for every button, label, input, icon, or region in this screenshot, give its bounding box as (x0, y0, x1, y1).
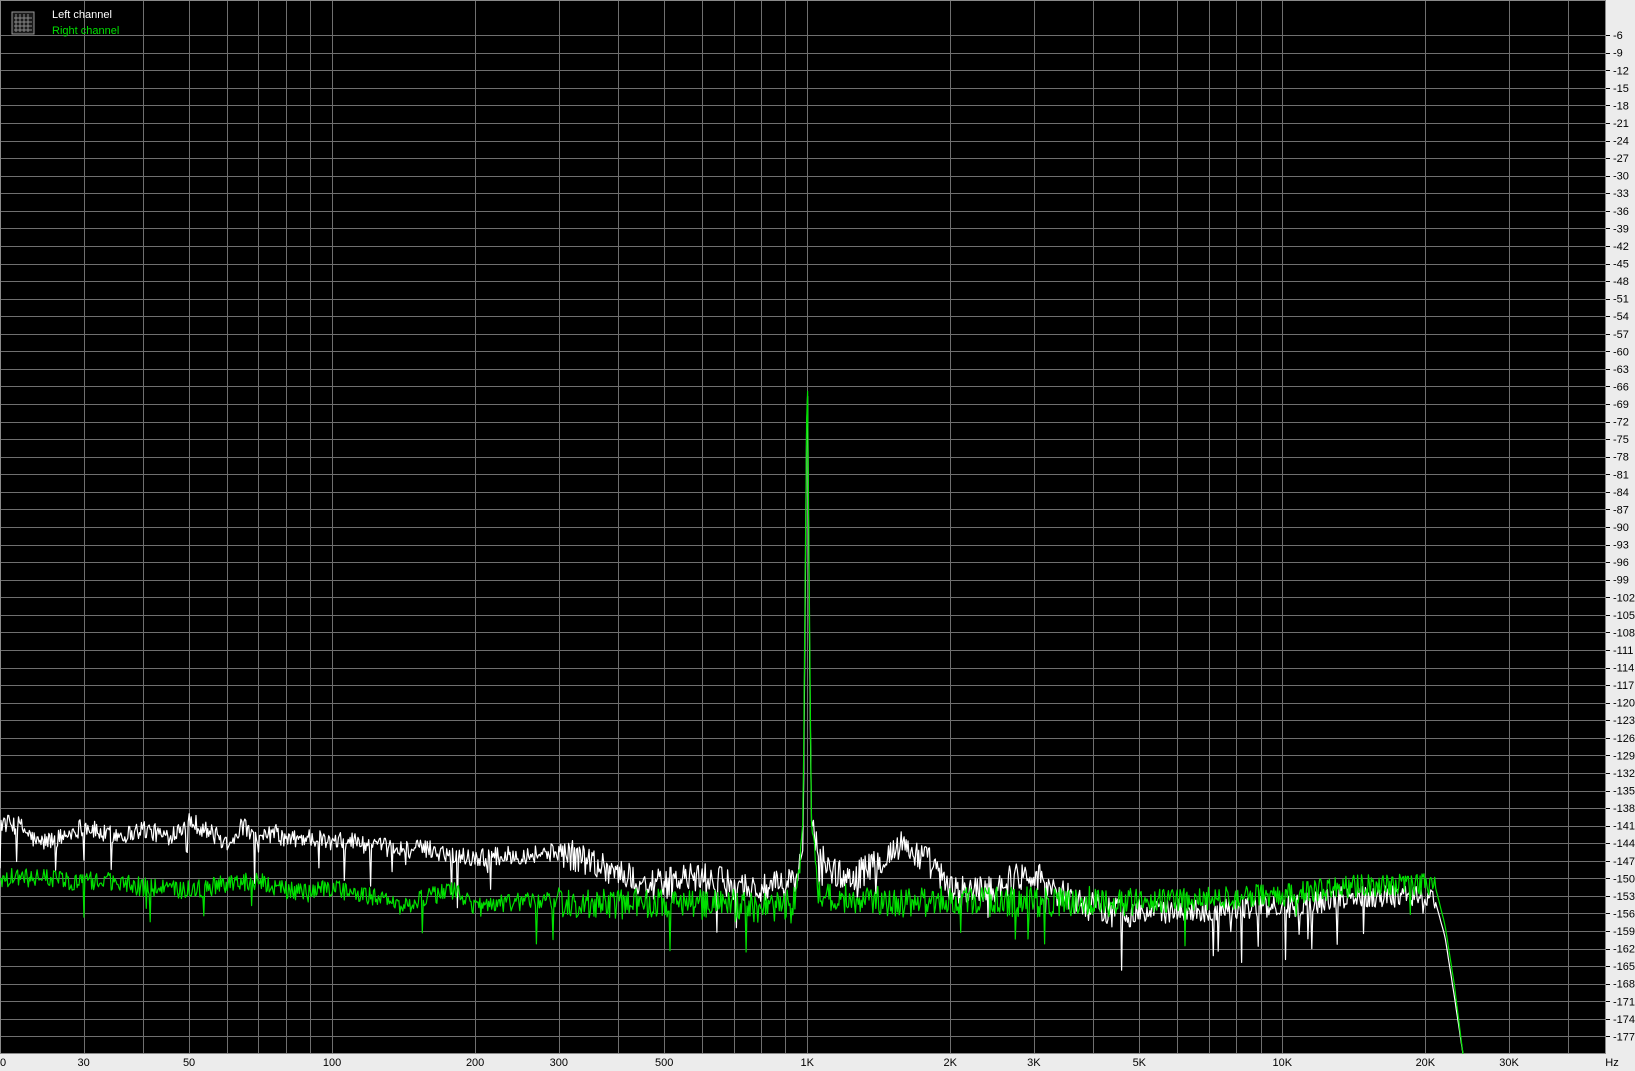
y-tick-label: -84 (1613, 487, 1629, 499)
y-tick-label: -57 (1613, 329, 1629, 341)
y-tick-label: -135 (1613, 786, 1635, 798)
x-tick-label: 50 (183, 1057, 195, 1069)
y-tick-label: -60 (1613, 346, 1629, 358)
y-axis: -6 -9 -12 -15 -18 -21 -24 -27 -30 -33 -36 -39 -42 -45… (1606, 30, 1635, 1043)
y-tick-label: -24 (1613, 136, 1629, 148)
y-tick-label: -21 (1613, 118, 1629, 130)
y-tick-label: -144 (1613, 838, 1635, 850)
x-tick-label: 5K (1133, 1057, 1147, 1069)
spectrum-chart: -6 -9 -12 -15 -18 -21 -24 -27 -30 -33 -36 -39 -42 -45… (0, 0, 1635, 1069)
y-tick-label: -132 (1613, 768, 1635, 780)
y-tick-label: -78 (1613, 452, 1629, 464)
y-tick-label: -30 (1613, 171, 1629, 183)
y-tick-label: -90 (1613, 522, 1629, 534)
y-tick-label: -69 (1613, 399, 1629, 411)
y-tick-label: -18 (1613, 100, 1629, 112)
x-tick-label: 10K (1273, 1057, 1293, 1069)
x-tick-label: 3K (1027, 1057, 1041, 1069)
y-tick-label: -66 (1613, 381, 1629, 393)
y-tick-label: -36 (1613, 206, 1629, 218)
legend-icon[interactable] (11, 11, 35, 35)
x-tick-label: 1K (800, 1057, 814, 1069)
y-tick-label: -93 (1613, 540, 1629, 552)
y-tick-label: -174 (1613, 1014, 1635, 1026)
y-tick-label: -12 (1613, 65, 1629, 77)
y-tick-label: -126 (1613, 733, 1635, 745)
y-tick-label: -39 (1613, 223, 1629, 235)
x-tick-label: 30 (78, 1057, 90, 1069)
y-tick-label: -63 (1613, 364, 1629, 376)
y-tick-label: -102 (1613, 592, 1635, 604)
x-tick-label: 2K (944, 1057, 958, 1069)
y-tick-label: -108 (1613, 627, 1635, 639)
x-tick-label: 30K (1499, 1057, 1519, 1069)
x-tick-label: 500 (655, 1057, 673, 1069)
y-tick-label: -114 (1613, 663, 1634, 675)
x-tick-label: 200 (466, 1057, 484, 1069)
y-tick-label: -81 (1613, 469, 1629, 481)
y-tick-label: -54 (1613, 311, 1629, 323)
y-tick-label: -123 (1613, 715, 1635, 727)
y-tick-label: -48 (1613, 276, 1629, 288)
y-tick-label: -87 (1613, 504, 1629, 516)
y-tick-label: -147 (1613, 856, 1635, 868)
y-tick-label: -99 (1613, 575, 1629, 587)
y-tick-label: -33 (1613, 188, 1629, 200)
x-tick-label: 300 (550, 1057, 568, 1069)
y-axis-unit: dB (1590, 2, 1603, 14)
y-tick-label: -45 (1613, 259, 1629, 271)
y-tick-label: -6 (1613, 30, 1623, 42)
y-tick-label: -96 (1613, 557, 1629, 569)
y-tick-label: -153 (1613, 891, 1635, 903)
y-tick-label: -72 (1613, 417, 1629, 429)
y-tick-label: -117 (1613, 680, 1634, 692)
y-tick-label: -138 (1613, 803, 1635, 815)
x-axis: 20 30 50 100 200 300 500 1K 2K 3K 5K 10K 20K 30K (0, 1057, 1519, 1069)
y-tick-label: -150 (1613, 873, 1635, 885)
y-tick-label: -162 (1613, 944, 1635, 956)
y-tick-label: -171 (1613, 996, 1635, 1008)
y-tick-label: -15 (1613, 83, 1629, 95)
y-tick-label: -177 (1613, 1031, 1635, 1043)
y-tick-label: -159 (1613, 926, 1635, 938)
y-tick-label: -120 (1613, 698, 1635, 710)
y-tick-label: -27 (1613, 153, 1629, 165)
x-tick-label: 100 (323, 1057, 341, 1069)
y-tick-label: -168 (1613, 979, 1635, 991)
y-tick-label: -129 (1613, 750, 1635, 762)
y-tick-label: -51 (1613, 294, 1629, 306)
legend-entry-left: Left channel (52, 9, 112, 21)
y-tick-label: -105 (1613, 610, 1635, 622)
y-tick-label: -165 (1613, 961, 1635, 973)
x-tick-label: 20K (1416, 1057, 1436, 1069)
x-axis-unit: Hz (1605, 1057, 1618, 1069)
y-tick-label: -111 (1613, 645, 1633, 657)
y-tick-label: -156 (1613, 908, 1635, 920)
x-tick-label: 20 (0, 1057, 6, 1069)
legend-entry-right: Right channel (52, 25, 119, 37)
y-tick-label: -9 (1613, 48, 1623, 60)
y-tick-label: -42 (1613, 241, 1629, 253)
y-tick-label: -141 (1613, 821, 1635, 833)
y-tick-label: -75 (1613, 434, 1629, 446)
